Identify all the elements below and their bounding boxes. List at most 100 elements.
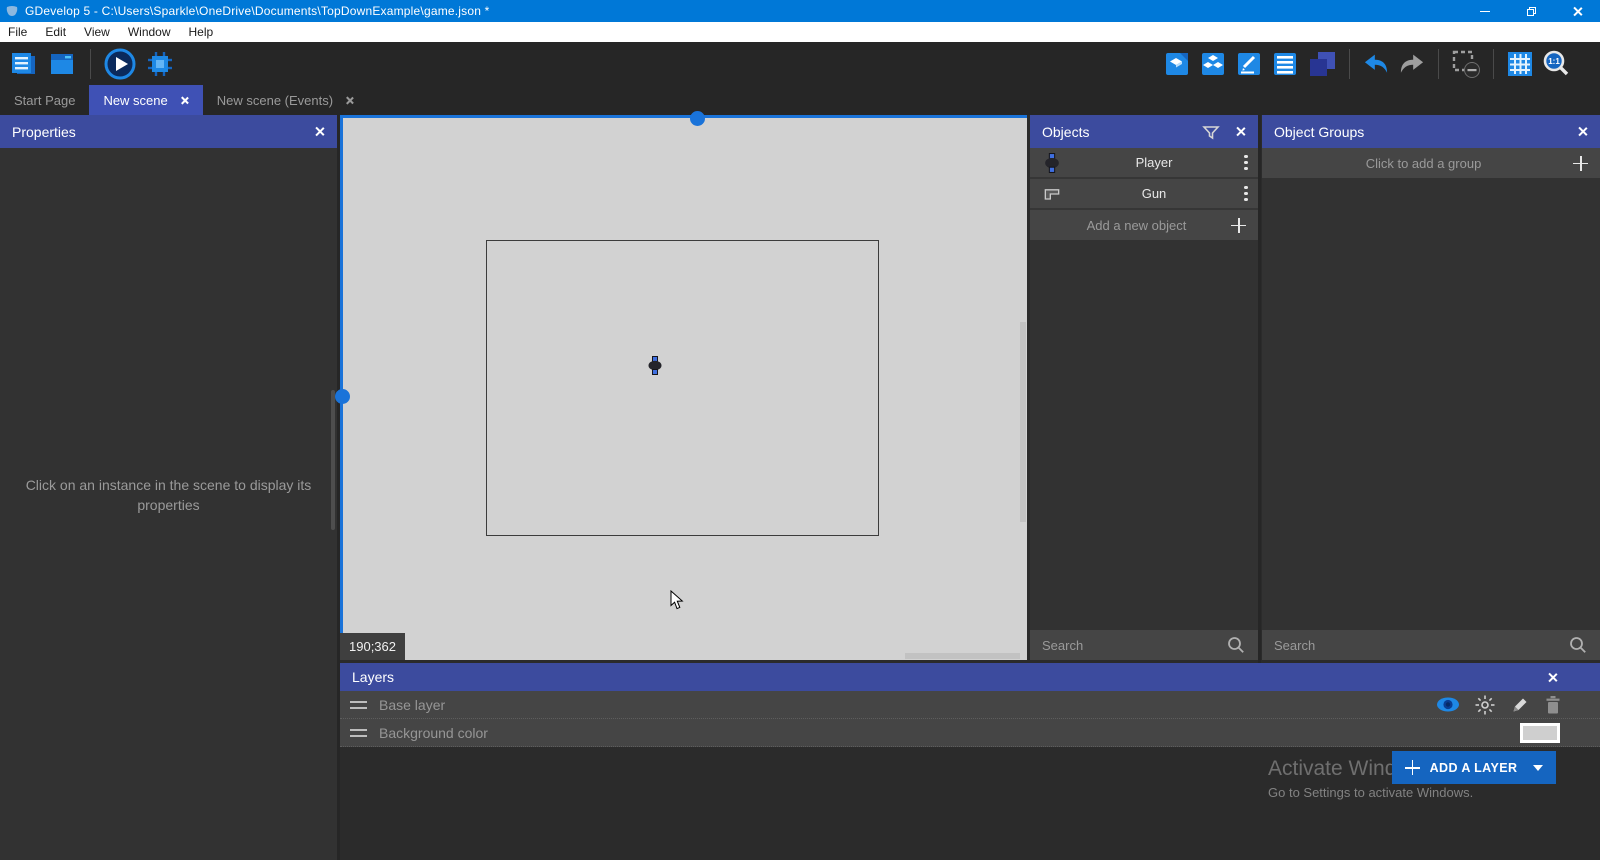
close-panel-icon[interactable] (1547, 672, 1558, 683)
player-instance-sprite[interactable] (647, 356, 663, 380)
object-menu-icon[interactable] (1244, 186, 1248, 201)
layer-name: Base layer (379, 697, 445, 713)
menu-bar: File Edit View Window Help (0, 22, 1600, 42)
properties-empty-message: Click on an instance in the scene to dis… (20, 475, 317, 515)
scene-editor-canvas[interactable]: 190;362 (340, 115, 1027, 660)
window-title: GDevelop 5 - C:\Users\Sparkle\OneDrive\D… (25, 4, 490, 18)
object-groups-header: Object Groups (1262, 115, 1600, 148)
background-color-swatch[interactable] (1520, 723, 1560, 743)
minimize-button[interactable] (1462, 0, 1508, 22)
game-window-left-edge (340, 115, 343, 660)
gdevelop-window: GDevelop 5 - C:\Users\Sparkle\OneDrive\D… (0, 0, 1600, 860)
layers-panel: Layers Base layer Background color Activ… (340, 663, 1600, 860)
plus-icon (1405, 760, 1420, 775)
properties-panel: Properties Click on an instance in the s… (0, 115, 337, 860)
tab-new-scene-events[interactable]: New scene (Events) (203, 85, 368, 115)
tab-label: New scene (Events) (217, 93, 333, 108)
tab-label: New scene (103, 93, 167, 108)
close-button[interactable] (1554, 0, 1600, 22)
player-thumbnail-icon (1040, 153, 1064, 173)
objects-title: Objects (1042, 124, 1089, 140)
tab-close-icon[interactable] (180, 96, 189, 105)
mouse-cursor (670, 590, 684, 615)
tab-start-page[interactable]: Start Page (0, 85, 89, 115)
canvas-vertical-scrollbar[interactable] (1020, 322, 1026, 522)
close-panel-icon[interactable] (314, 126, 325, 137)
title-bar: GDevelop 5 - C:\Users\Sparkle\OneDrive\D… (0, 0, 1600, 22)
objects-panel: Objects Player Gun Add a new object (1030, 115, 1258, 660)
objects-search-input[interactable] (1042, 638, 1218, 653)
grid-icon[interactable] (1506, 50, 1534, 78)
delete-layer-trash-icon[interactable] (1544, 695, 1562, 715)
canvas-horizontal-scrollbar[interactable] (905, 653, 1020, 659)
object-name: Player (1064, 155, 1244, 170)
layer-name: Background color (379, 725, 488, 741)
object-groups-title: Object Groups (1274, 124, 1364, 140)
object-row-gun[interactable]: Gun (1030, 179, 1258, 210)
visibility-eye-icon[interactable] (1436, 696, 1460, 713)
toolbar-right: 1:1 (1163, 42, 1570, 85)
toolbar-left (8, 42, 175, 85)
game-window-rectangle (486, 240, 879, 536)
chevron-down-icon[interactable] (1533, 765, 1543, 771)
instances-list-icon[interactable] (1271, 50, 1299, 78)
add-layer-button[interactable]: ADD A LAYER (1392, 751, 1556, 784)
close-panel-icon[interactable] (1577, 126, 1588, 137)
toolbar-separator (90, 49, 91, 79)
tab-close-icon[interactable] (345, 96, 354, 105)
add-group-row[interactable]: Click to add a group (1262, 148, 1600, 178)
show-properties-icon[interactable] (1235, 50, 1263, 78)
redo-icon[interactable] (1398, 50, 1426, 78)
layer-actions (1436, 694, 1590, 716)
top-resize-handle[interactable] (690, 111, 705, 126)
close-panel-icon[interactable] (1235, 126, 1246, 137)
toolbar-separator (1349, 49, 1350, 79)
plus-icon (1231, 218, 1246, 233)
search-icon (1226, 635, 1246, 655)
groups-search-input[interactable] (1274, 638, 1560, 653)
menu-edit[interactable]: Edit (36, 22, 75, 42)
filter-icon[interactable] (1201, 122, 1221, 142)
project-manager-icon[interactable] (8, 49, 38, 79)
menu-view[interactable]: View (75, 22, 119, 42)
layers-header: Layers (340, 663, 1600, 691)
layers-stack-icon[interactable] (1307, 49, 1337, 79)
layer-row-background[interactable]: Background color (340, 719, 1600, 747)
debugger-icon[interactable] (145, 49, 175, 79)
properties-title: Properties (12, 124, 76, 140)
toolbar-separator (1438, 49, 1439, 79)
game-window-top-edge (340, 115, 1027, 118)
menu-file[interactable]: File (0, 22, 36, 42)
menu-help[interactable]: Help (180, 22, 223, 42)
plus-icon (1573, 156, 1588, 171)
zoom-one-to-one-icon[interactable]: 1:1 (1542, 50, 1570, 78)
add-layer-label: ADD A LAYER (1430, 761, 1518, 775)
start-page-icon[interactable] (47, 49, 77, 79)
watermark-line2: Go to Settings to activate Windows. (1268, 785, 1473, 800)
layer-row-base[interactable]: Base layer (340, 691, 1600, 719)
search-icon (1568, 635, 1588, 655)
left-resize-handle[interactable] (335, 389, 350, 404)
restore-icon (1527, 7, 1536, 16)
restore-button[interactable] (1508, 0, 1554, 22)
drag-handle-icon[interactable] (350, 701, 367, 709)
layer-effects-icon[interactable] (1474, 694, 1496, 716)
clear-selection-mask-icon[interactable] (1451, 49, 1481, 79)
drag-handle-icon[interactable] (350, 729, 367, 737)
panel-scrollbar[interactable] (331, 390, 335, 530)
undo-icon[interactable] (1362, 50, 1390, 78)
tab-new-scene[interactable]: New scene (89, 85, 202, 115)
cursor-coordinates-badge: 190;362 (340, 633, 405, 660)
add-object-row[interactable]: Add a new object (1030, 210, 1258, 240)
objects-header: Objects (1030, 115, 1258, 148)
show-objects-icon[interactable] (1163, 50, 1191, 78)
object-menu-icon[interactable] (1244, 155, 1248, 170)
show-object-groups-icon[interactable] (1199, 50, 1227, 78)
edit-layer-pencil-icon[interactable] (1510, 695, 1530, 715)
menu-window[interactable]: Window (119, 22, 180, 42)
object-row-player[interactable]: Player (1030, 148, 1258, 179)
gdevelop-logo-icon (5, 4, 19, 18)
play-preview-icon[interactable] (104, 48, 136, 80)
tab-label: Start Page (14, 93, 75, 108)
groups-search-row (1262, 630, 1600, 660)
